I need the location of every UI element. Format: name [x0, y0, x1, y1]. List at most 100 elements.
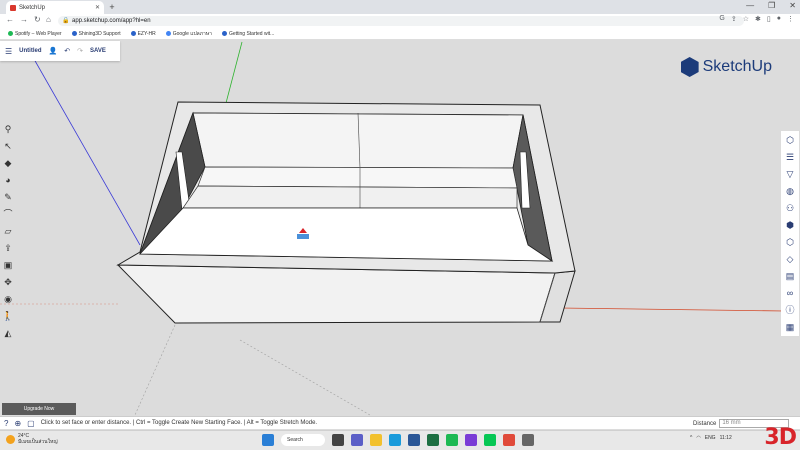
wifi-icon[interactable]: ◠ [696, 435, 700, 441]
info-icon[interactable]: ⓘ [781, 303, 799, 317]
menu-icon[interactable]: ⋮ [787, 15, 794, 23]
model-title[interactable]: Untitled [19, 48, 41, 54]
walk-icon[interactable]: 🚶 [1, 309, 15, 323]
save-button[interactable]: SAVE [90, 48, 106, 54]
chrome-icon[interactable] [503, 434, 515, 446]
move-icon[interactable]: ✥ [1, 275, 15, 289]
bookmark-item[interactable]: Getting Started wit... [221, 31, 274, 37]
bookmark-item[interactable]: Spotify – Web Player [8, 31, 62, 37]
pencil-icon[interactable]: ✎ [1, 190, 15, 204]
teams-icon[interactable] [351, 434, 363, 446]
status-text: Click to set face or enter distance. | C… [40, 420, 318, 426]
bookmark-star-icon[interactable]: ☆ [743, 15, 749, 23]
dashed-guide [134, 324, 176, 416]
new-tab-button[interactable]: + [107, 2, 117, 12]
tray-chevron-icon[interactable]: ^ [690, 435, 692, 441]
select-icon[interactable]: ↖ [1, 139, 15, 153]
redo-icon[interactable]: ↷ [77, 47, 83, 55]
glasses-icon[interactable]: ∞ [781, 286, 799, 300]
maximize-icon[interactable]: ❐ [768, 1, 775, 10]
extension-icons: G ⇪ ☆ ✱ ▯ ● ⋮ [719, 15, 794, 23]
line-icon[interactable] [484, 434, 496, 446]
app-icon[interactable] [522, 434, 534, 446]
messenger-icon[interactable] [465, 434, 477, 446]
taskbar-search[interactable]: Search [281, 434, 325, 446]
layers-icon[interactable]: ☰ [781, 150, 799, 164]
shelf-top[interactable] [197, 166, 518, 189]
excel-icon[interactable] [427, 434, 439, 446]
window-controls: — ❐ ✕ [746, 1, 796, 10]
close-tab-icon[interactable]: ✕ [95, 4, 100, 11]
reload-icon[interactable]: ↻ [34, 15, 41, 24]
bookmark-item[interactable]: EZY-HR [130, 31, 156, 37]
section-plane-icon[interactable]: ◭ [1, 326, 15, 340]
task-view-icon[interactable] [332, 434, 344, 446]
edge-icon[interactable] [389, 434, 401, 446]
sketchup-favicon-icon [10, 4, 16, 11]
hamburger-menu-icon[interactable]: ☰ [5, 47, 12, 56]
browser-tab[interactable]: SketchUp ✕ [6, 1, 104, 14]
undo-icon[interactable]: ↶ [64, 47, 70, 55]
shining3d-icon [71, 31, 77, 36]
spotify-taskbar-icon[interactable] [446, 434, 458, 446]
tape-measure-icon[interactable]: ◉ [1, 292, 15, 306]
watermark-logo: 3D [764, 425, 797, 450]
box-floor[interactable] [139, 207, 554, 262]
left-toolbar: ⚲ ↖ ◆ ◕ ✎ ⌒ ▱ ⇪ ▣ ✥ ◉ 🚶 ◭ [1, 122, 17, 340]
credits-icon[interactable]: ▢ [27, 419, 35, 428]
status-bar: ? ⊕ ▢ Click to set face or enter distanc… [0, 416, 800, 429]
sketchup-logo: SketchUp [680, 57, 772, 77]
url-text: app.sketchup.com/app?hl=en [72, 18, 151, 24]
sidebar-icon[interactable]: ▯ [767, 15, 771, 23]
forward-icon[interactable]: → [20, 15, 28, 24]
close-window-icon[interactable]: ✕ [789, 1, 796, 10]
back-icon[interactable]: ← [6, 15, 14, 24]
home-icon[interactable]: ⌂ [46, 15, 51, 24]
profile-icon[interactable]: ● [777, 15, 781, 23]
scenes-icon[interactable]: ⬡ [781, 235, 799, 249]
styles-icon[interactable]: ▽ [781, 167, 799, 181]
paint-bucket-icon[interactable]: ◕ [1, 173, 15, 187]
sketchup-header: ☰ Untitled 👤 ↶ ↷ SAVE [0, 41, 120, 61]
shelf-front[interactable] [182, 185, 518, 209]
weather-widget[interactable]: 24°C มีเมฆเป็นส่วนใหญ่ [6, 433, 58, 445]
bookmark-item[interactable]: Shining3D Support [71, 31, 121, 37]
clock[interactable]: 11:12 [720, 435, 732, 441]
file-explorer-icon[interactable] [370, 434, 382, 446]
sketchup-logo-icon [680, 57, 699, 77]
bookmark-item[interactable]: Google แปลภาษา [165, 30, 212, 38]
logo-text: SketchUp [702, 58, 772, 75]
upgrade-now-button[interactable]: Upgrade Now [2, 403, 76, 415]
windows-taskbar: 24°C มีเมฆเป็นส่วนใหญ่ Search ^ ◠ ENG 11… [0, 430, 800, 450]
tags-icon[interactable]: ◇ [781, 252, 799, 266]
search-tool-icon[interactable]: ⚲ [1, 122, 15, 136]
instructor-icon[interactable]: ▦ [781, 320, 799, 334]
store-icon[interactable] [408, 434, 420, 446]
components-icon[interactable]: ⚇ [781, 201, 799, 215]
share-icon[interactable]: ⇪ [731, 15, 737, 23]
arc-icon[interactable]: ⌒ [1, 207, 15, 221]
minimize-icon[interactable]: — [746, 1, 754, 10]
user-icon[interactable]: 👤 [49, 47, 58, 55]
start-icon[interactable] [262, 434, 274, 446]
box-front-face[interactable] [116, 264, 556, 324]
url-input[interactable]: 🔒 app.sketchup.com/app?hl=en [58, 16, 744, 26]
offset-icon[interactable]: ▣ [1, 258, 15, 272]
language-indicator[interactable]: ENG [705, 435, 716, 441]
lock-icon: 🔒 [62, 18, 70, 24]
rectangle-icon[interactable]: ▱ [1, 224, 15, 238]
display-icon[interactable]: ▤ [781, 269, 799, 283]
help-icon[interactable]: ? [4, 419, 8, 428]
entity-info-icon[interactable]: ⬡ [781, 133, 799, 147]
push-pull-icon[interactable]: ⇪ [1, 241, 15, 255]
outliner-icon[interactable]: ⬢ [781, 218, 799, 232]
dashed-guide [239, 339, 371, 416]
eraser-icon[interactable]: ◆ [1, 156, 15, 170]
bookmarks-bar: Spotify – Web Player Shining3D Support E… [0, 28, 800, 40]
translate-icon[interactable]: G [719, 15, 724, 23]
materials-icon[interactable]: ◍ [781, 184, 799, 198]
extensions-icon[interactable]: ✱ [755, 15, 761, 23]
right-toolbar: ⬡ ☰ ▽ ◍ ⚇ ⬢ ⬡ ◇ ▤ ∞ ⓘ ▦ [781, 131, 799, 336]
globe-icon[interactable]: ⊕ [14, 419, 21, 428]
browser-tab-bar [0, 0, 800, 14]
